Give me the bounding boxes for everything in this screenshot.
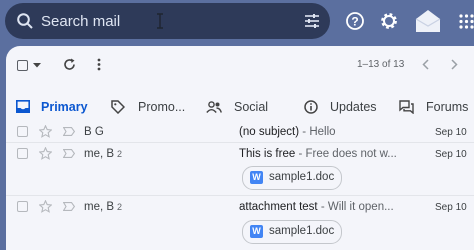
- email-row[interactable]: B G (no subject) - Hello Sep 10: [6, 121, 474, 143]
- apps-grid-icon[interactable]: [459, 14, 474, 29]
- inbox-icon: [16, 100, 30, 113]
- row-checkbox[interactable]: [17, 148, 28, 159]
- star-icon[interactable]: [39, 200, 52, 213]
- word-doc-icon: W: [250, 171, 263, 184]
- star-icon[interactable]: [39, 125, 52, 138]
- email-subject: This is free - Free does not w...: [239, 148, 397, 160]
- tab-label: Forums: [426, 100, 469, 114]
- email-subject: (no subject) - Hello: [239, 126, 336, 138]
- attachment-filename: sample1.doc: [269, 225, 335, 237]
- attachment-filename: sample1.doc: [269, 171, 335, 183]
- settings-icon[interactable]: [379, 11, 399, 31]
- tag-icon: [111, 100, 125, 114]
- email-snippet: - Will it open...: [317, 201, 394, 213]
- people-icon: [206, 101, 222, 113]
- refresh-icon[interactable]: [63, 58, 76, 71]
- important-icon[interactable]: [63, 149, 75, 158]
- row-checkbox[interactable]: [17, 201, 28, 212]
- star-icon[interactable]: [39, 147, 52, 160]
- important-icon[interactable]: [63, 127, 75, 136]
- select-all-checkbox[interactable]: [17, 60, 28, 71]
- filter-icon[interactable]: [304, 14, 320, 28]
- top-bar: ?: [0, 0, 474, 46]
- email-sender: B G: [84, 126, 104, 138]
- thread-count: 2: [117, 149, 123, 159]
- help-icon[interactable]: ?: [345, 11, 365, 31]
- mail-panel: 1–13 of 13 Primary Promo... Social Updat…: [6, 46, 474, 250]
- mail-toolbar: 1–13 of 13: [6, 46, 474, 86]
- email-snippet: - Free does not w...: [295, 148, 397, 160]
- more-icon[interactable]: [97, 58, 101, 71]
- text-cursor-icon: [157, 13, 163, 29]
- svg-text:?: ?: [351, 15, 358, 29]
- email-row[interactable]: me, B2 attachment test - Will it open...…: [6, 196, 474, 250]
- attachment-chip[interactable]: W sample1.doc: [242, 220, 342, 244]
- important-icon[interactable]: [63, 202, 75, 211]
- tab-label: Updates: [330, 100, 377, 114]
- attachment-chip[interactable]: W sample1.doc: [242, 166, 342, 190]
- tab-social[interactable]: Social: [202, 86, 296, 126]
- email-row[interactable]: me, B2 This is free - Free does not w...…: [6, 143, 474, 196]
- tab-label: Social: [234, 100, 269, 114]
- row-checkbox[interactable]: [17, 126, 28, 137]
- chevron-down-icon[interactable]: [33, 63, 41, 68]
- info-icon: [304, 100, 318, 114]
- tab-label: Promo...: [138, 100, 186, 114]
- email-date: Sep 10: [435, 149, 467, 160]
- tab-label: Primary: [41, 100, 88, 114]
- tab-forums[interactable]: Forums: [392, 86, 474, 126]
- email-date: Sep 10: [435, 202, 467, 213]
- search-bar[interactable]: [5, 3, 330, 39]
- email-sender: me, B2: [84, 201, 123, 213]
- word-doc-icon: W: [250, 225, 263, 238]
- email-date: Sep 10: [435, 127, 467, 138]
- search-icon[interactable]: [16, 12, 34, 30]
- email-app-icon[interactable]: [414, 9, 442, 33]
- next-page-icon[interactable]: [451, 59, 458, 70]
- tab-updates[interactable]: Updates: [296, 86, 392, 126]
- prev-page-icon[interactable]: [422, 59, 429, 70]
- tab-promotions[interactable]: Promo...: [105, 86, 202, 126]
- email-sender: me, B2: [84, 148, 123, 160]
- forum-icon: [399, 100, 414, 114]
- thread-count: 2: [117, 202, 123, 212]
- tab-primary[interactable]: Primary: [6, 86, 105, 127]
- pagination-range: 1–13 of 13: [357, 59, 405, 70]
- email-subject: attachment test - Will it open...: [239, 201, 394, 213]
- email-snippet: - Hello: [299, 126, 336, 138]
